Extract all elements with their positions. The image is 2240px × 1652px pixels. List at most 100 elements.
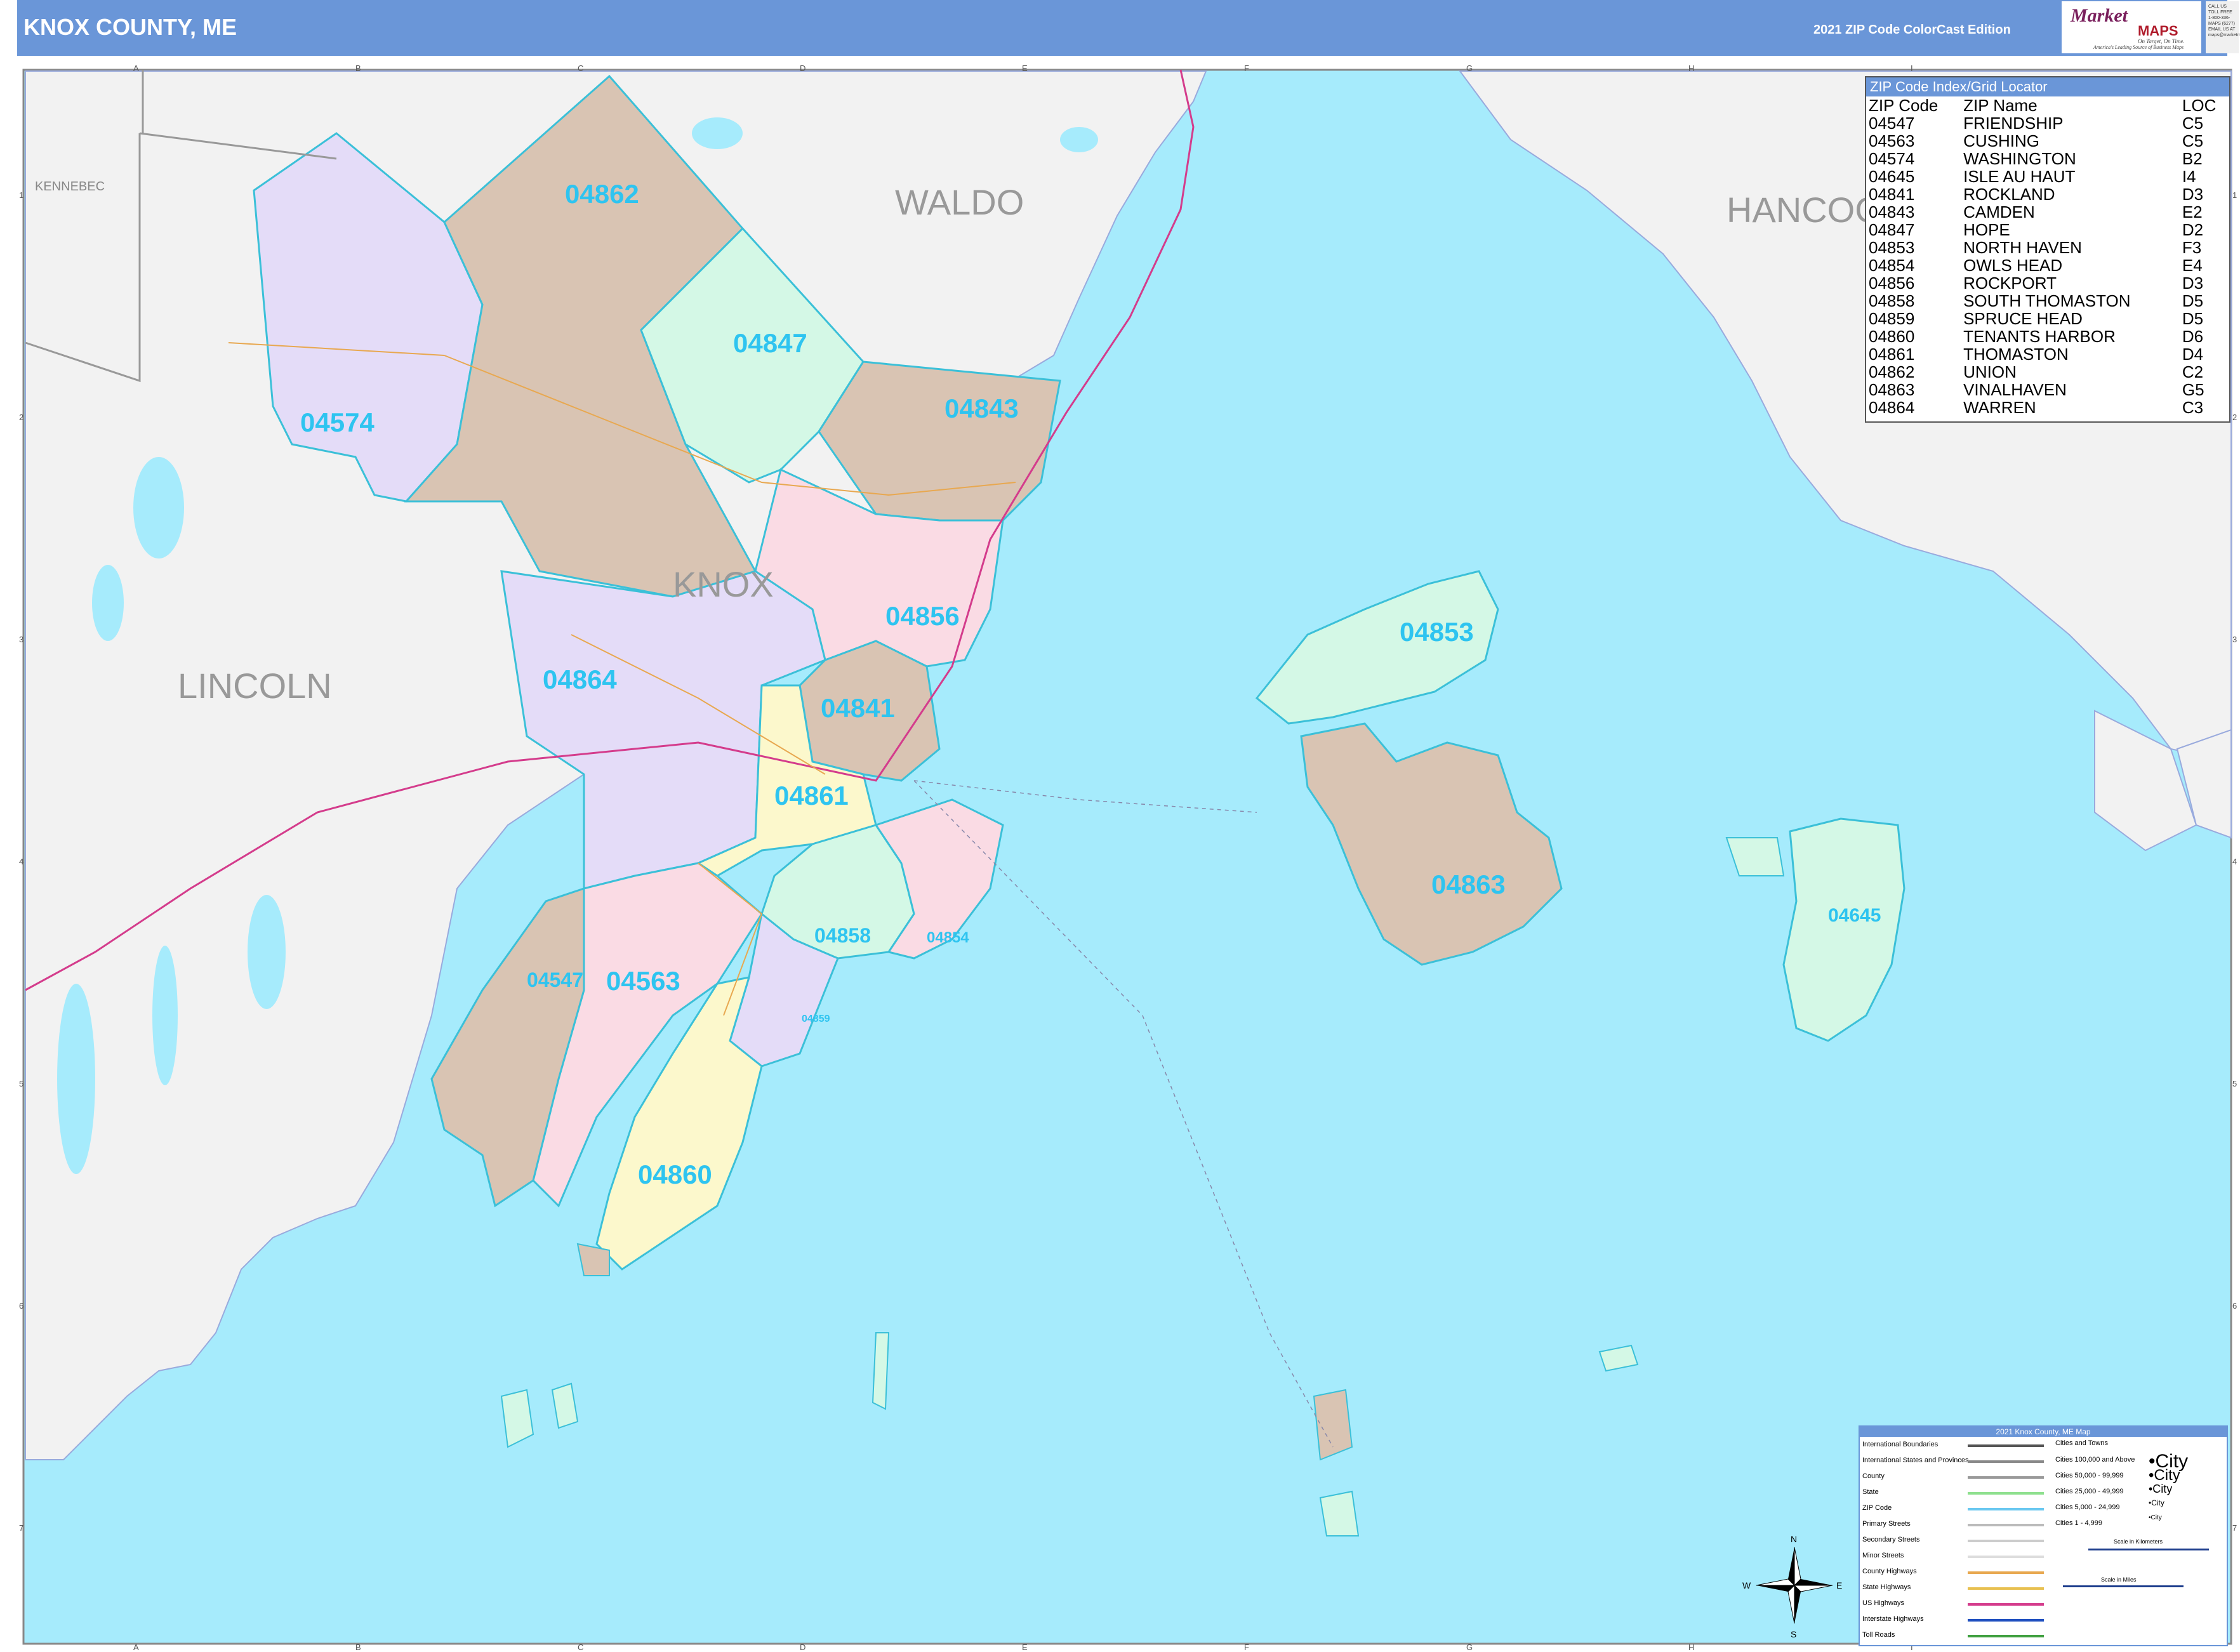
legend-line-sample [1968, 1524, 2044, 1526]
compass-w: W [1742, 1580, 1751, 1590]
lake [248, 895, 286, 1009]
legend-city-sample: •City [2149, 1498, 2164, 1507]
zip-label-04645: 04645 [1828, 905, 1881, 926]
grid-col-label: A [133, 63, 139, 73]
zip-index-row: 04863 VINALHAVEN G5 [1866, 381, 2229, 399]
zip-loc-cell: D3 [2182, 274, 2204, 293]
zip-index-row: 04854 OWLS HEAD E4 [1866, 256, 2229, 274]
legend-item: International States and Provinces [1862, 1457, 1969, 1464]
island-small-5 [1313, 1389, 1353, 1461]
zip-name-cell: TENANTS HARBOR [1963, 327, 2116, 346]
grid-col-label: F [1244, 1642, 1249, 1652]
legend-item: Minor Streets [1862, 1552, 1904, 1559]
zip-code-cell: 04862 [1869, 362, 1915, 381]
zip-code-cell: 04858 [1869, 291, 1915, 310]
legend-item: ZIP Code [1862, 1504, 1892, 1512]
zip-loc-cell: E4 [2182, 256, 2203, 275]
zip-name-cell: FRIENDSHIP [1963, 114, 2064, 133]
legend-item: US Highways [1862, 1599, 1905, 1607]
grid-col-label: H [1688, 1642, 1695, 1652]
island-small-2 [871, 1332, 890, 1410]
zip-loc-cell: C5 [2182, 114, 2204, 133]
zip-code-cell: 04843 [1869, 202, 1915, 221]
county-label-waldo: WALDO [895, 182, 1024, 222]
zip-index-row: 04856 ROCKPORT D3 [1866, 274, 2229, 292]
county-label-hancock: HANCOC [1726, 190, 1881, 230]
legend-line-sample [1968, 1540, 2044, 1542]
grid-col-label: C [578, 1642, 584, 1652]
zip-label-04864: 04864 [543, 664, 617, 694]
legend-line-sample [1968, 1556, 2044, 1558]
grid-row-label: 3 [2232, 635, 2237, 644]
zip-name-cell: WASHINGTON [1963, 149, 2076, 168]
grid-col-label: D [800, 1642, 806, 1652]
scale-mi-label: Scale in Miles [2101, 1576, 2137, 1583]
legend-city-item: Cities 5,000 - 24,999 [2055, 1503, 2120, 1511]
grid-col-label: C [578, 63, 584, 73]
grid-col-label: B [355, 1642, 361, 1652]
zip-loc-cell: F3 [2182, 238, 2202, 257]
zip-name-cell: VINALHAVEN [1963, 380, 2067, 399]
compass-s: S [1791, 1629, 1796, 1639]
island-small-8 [576, 1243, 610, 1276]
map-legend: 2021 Knox County, ME Map International B… [1859, 1425, 2228, 1646]
grid-col-label: I [1911, 63, 1913, 73]
grid-row-label: 3 [19, 635, 24, 644]
grid-row-label: 2 [2232, 413, 2237, 422]
zip-loc-cell: C5 [2182, 131, 2204, 150]
county-label-lincoln: LINCOLN [178, 666, 332, 706]
zip-label-04856: 04856 [885, 601, 960, 631]
zip-loc-cell: C3 [2182, 398, 2204, 417]
zip-label-04863: 04863 [1431, 869, 1506, 899]
legend-item: State [1862, 1488, 1879, 1496]
zip-index-row: 04843 CAMDEN E2 [1866, 203, 2229, 221]
zip-name-cell: SPRUCE HEAD [1963, 309, 2083, 328]
col-header-zip: ZIP Code [1869, 96, 1938, 115]
zip-index-row: 04645 ISLE AU HAUT I4 [1866, 168, 2229, 185]
legend-city-item: Cities 100,000 and Above [2055, 1456, 2135, 1464]
legend-line-sample [1968, 1619, 2044, 1622]
grid-col-label: G [1466, 63, 1473, 73]
zip-index-row: 04853 NORTH HAVEN F3 [1866, 239, 2229, 256]
zip-code-cell: 04563 [1869, 131, 1915, 150]
legend-city-item: Cities 50,000 - 99,999 [2055, 1472, 2124, 1479]
county-label-knox: KNOX [673, 564, 774, 604]
zip-label-04853: 04853 [1400, 617, 1474, 647]
zip-label-04862: 04862 [565, 179, 639, 209]
zip-code-cell: 04547 [1869, 114, 1915, 133]
lake [152, 946, 178, 1085]
zip-index-row: 04862 UNION C2 [1866, 363, 2229, 381]
zip-code-cell: 04861 [1869, 345, 1915, 364]
zip-loc-cell: D4 [2182, 345, 2204, 364]
zip-index-row: 04563 CUSHING C5 [1866, 132, 2229, 150]
zip-name-cell: ROCKPORT [1963, 274, 2057, 293]
zip-code-cell: 04847 [1869, 220, 1915, 239]
zip-code-cell: 04854 [1869, 256, 1915, 275]
legend-line-sample [1968, 1492, 2044, 1495]
lake [133, 457, 184, 558]
zip-index-header-row: ZIP Code ZIP Name LOC [1866, 96, 2229, 114]
grid-col-label: E [1022, 63, 1028, 73]
lake [92, 565, 124, 641]
legend-line-sample [1968, 1571, 2044, 1574]
zip-name-cell: WARREN [1963, 398, 2036, 417]
grid-row-label: 7 [2232, 1523, 2237, 1533]
legend-city-item: Cities 25,000 - 49,999 [2055, 1488, 2124, 1495]
legend-item: Toll Roads [1862, 1631, 1895, 1639]
grid-row-label: 2 [19, 413, 24, 422]
zip-loc-cell: B2 [2182, 149, 2203, 168]
grid-col-label: D [800, 63, 806, 73]
legend-city-sample: •City [2149, 1483, 2173, 1495]
zip-name-cell: CUSHING [1963, 131, 2039, 150]
zip-label-04854: 04854 [927, 929, 969, 946]
zip-index-row: 04858 SOUTH THOMASTON D5 [1866, 292, 2229, 310]
zip-code-cell: 04860 [1869, 327, 1915, 346]
zip-code-cell: 04841 [1869, 185, 1915, 204]
zip-name-cell: NORTH HAVEN [1963, 238, 2082, 257]
zip-loc-cell: C2 [2182, 362, 2204, 381]
zip-name-cell: ROCKLAND [1963, 185, 2055, 204]
col-header-name: ZIP Name [1963, 96, 2038, 115]
zip-name-cell: ISLE AU HAUT [1963, 167, 2076, 186]
zip-loc-cell: D3 [2182, 185, 2204, 204]
zip-loc-cell: D5 [2182, 309, 2204, 328]
